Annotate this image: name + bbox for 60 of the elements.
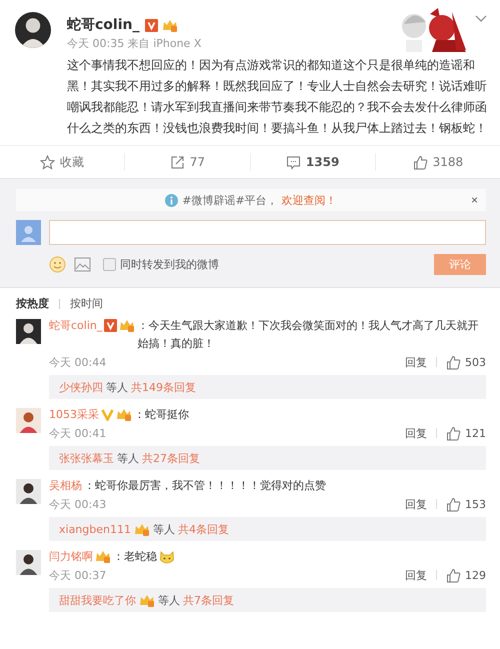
reply-author-link[interactable]: 甜甜我要吃了你 (59, 592, 136, 608)
star-icon (40, 154, 56, 170)
sort-tab[interactable]: 按时间 (70, 296, 103, 311)
action-button[interactable]: 收藏 (0, 153, 124, 171)
like-button[interactable]: 503 (446, 354, 486, 370)
others-text: 等人 (106, 380, 128, 394)
image-icon (74, 256, 91, 272)
checkbox-label: 同时转发到我的微博 (120, 256, 219, 272)
comment-icon (286, 154, 301, 170)
action-button[interactable]: 1359 (250, 153, 375, 171)
thumbs-up-icon (446, 568, 461, 582)
action-button[interactable]: 3188 (374, 153, 500, 171)
reply-count-link[interactable]: 共27条回复 (142, 450, 200, 466)
thumbs-up-icon (412, 154, 428, 170)
user-icon (16, 220, 41, 245)
thumbs-up-icon (446, 426, 461, 440)
notice-link[interactable]: 欢迎查阅！ (282, 192, 337, 208)
comment-time: 今天 00:43 (49, 496, 106, 512)
thumbs-up-icon (446, 496, 461, 512)
like-button[interactable]: 153 (446, 496, 486, 512)
share-icon (170, 154, 185, 170)
others-text: 等人 (158, 592, 180, 608)
action-button[interactable]: 77 (124, 153, 250, 171)
reply-link[interactable]: 回复 (405, 426, 427, 440)
others-text: 等人 (152, 522, 175, 536)
info-icon (165, 194, 178, 206)
close-button[interactable]: × (470, 193, 478, 207)
chevron-down-icon (475, 15, 487, 23)
comment-time: 今天 00:37 (49, 568, 106, 582)
comment-text: ：老蛇稳 (113, 549, 157, 565)
reply-link[interactable]: 回复 (405, 568, 427, 582)
reply-author-link[interactable]: xiangben111 (59, 522, 131, 536)
post-meta: 今天 00:35 来自 iPhone X (67, 36, 202, 51)
comment-text: ：今天生气跟大家道歉！下次我会微笑面对的！我人气才高了几天就开始搞！真的脏！ (137, 318, 480, 352)
commenter-name[interactable]: 闫力铭啊 (49, 548, 93, 566)
comment-field[interactable] (49, 220, 486, 245)
like-button[interactable]: 129 (446, 568, 486, 582)
checkbox[interactable] (103, 258, 116, 270)
comment-text: ：蛇哥挺你 (134, 407, 189, 423)
smiley-icon (49, 256, 66, 272)
author-name[interactable]: 蛇哥colin_ (67, 16, 140, 34)
reply-count-link[interactable]: 共4条回复 (178, 522, 229, 536)
comment-time: 今天 00:44 (49, 354, 106, 370)
notice-text: #微博辟谣#平台， (182, 192, 278, 208)
commenter-name[interactable]: 1053采采 (49, 406, 99, 424)
like-button[interactable]: 121 (446, 426, 486, 440)
sort-tab[interactable]: 按热度 (16, 296, 49, 311)
reply-link[interactable]: 回复 (405, 354, 427, 370)
comment-time: 今天 00:41 (49, 426, 106, 440)
reply-count-link[interactable]: 共149条回复 (131, 380, 196, 394)
reply-link[interactable]: 回复 (405, 496, 427, 512)
others-text: 等人 (117, 450, 139, 466)
reply-author-link[interactable]: 张张张幕玉 (59, 450, 114, 466)
commenter-name[interactable]: 吴相杨 (49, 477, 82, 495)
commenter-name[interactable]: 蛇哥colin_ (49, 317, 102, 335)
thumbs-up-icon (446, 354, 461, 370)
reply-count-link[interactable]: 共7条回复 (183, 592, 234, 608)
reply-author-link[interactable]: 少侠孙四 (59, 380, 103, 394)
post-text: 这个事情我不想回应的！因为有点游戏常识的都知道这个只是很单纯的造谣和黑！其实我不用过多的解释！既然我回应了！专业人士自然会去研究！说话难听嘲讽我都能忍！请水军到我直播间来带节奏我不能忍的？我不会去发什么律师函什么之类的东西！没钱也浪费我时间！要搞斗鱼！从我尸体上踏过去！钢板蛇！ (67, 57, 488, 137)
comment-text: ：蛇哥你最厉害，我不管！！！！！觉得对的点赞 (84, 478, 326, 494)
